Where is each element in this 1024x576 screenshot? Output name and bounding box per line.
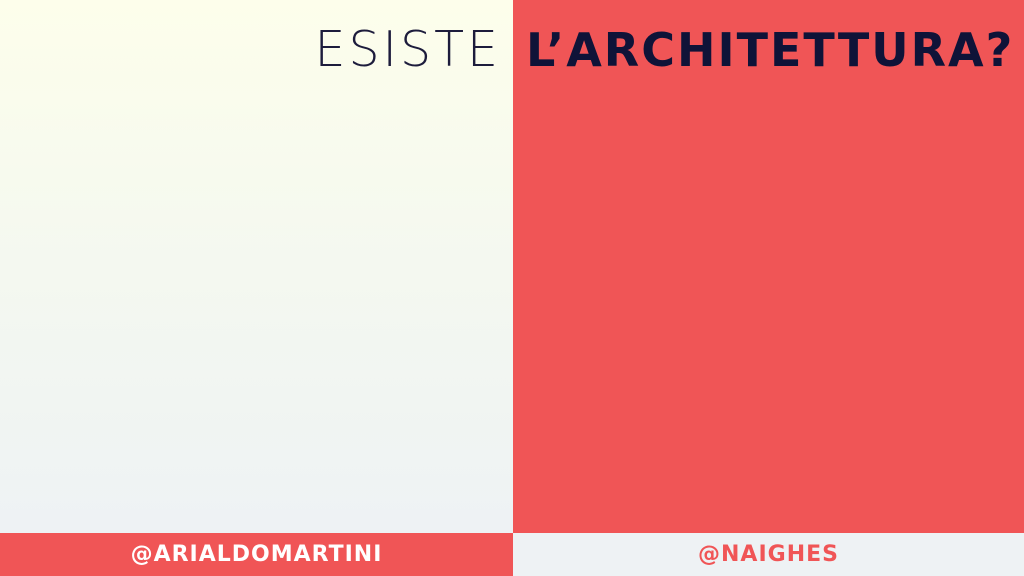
author-handle-left: @ARIALDOMARTINI <box>130 542 383 567</box>
footer-left-bar: @ARIALDOMARTINI <box>0 533 513 576</box>
author-handle-right: @NAIGHES <box>698 542 839 567</box>
right-panel <box>513 0 1024 533</box>
footer-right-bar: @NAIGHES <box>513 533 1024 576</box>
title-word-architettura: L’ARCHITETTURA? <box>526 23 1015 77</box>
title-word-esiste: ESISTE <box>314 21 501 78</box>
left-panel <box>0 0 513 533</box>
slide: ESISTE L’ARCHITETTURA? @ARIALDOMARTINI @… <box>0 0 1024 576</box>
